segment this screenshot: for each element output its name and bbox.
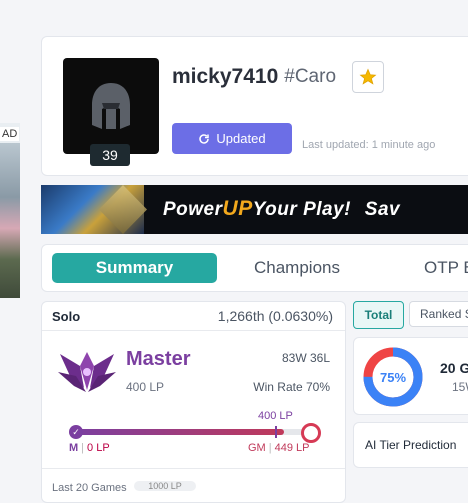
winrate-stats-card: 75% 20 G 15W [353, 337, 468, 415]
summoner-tag: #Caro [284, 66, 337, 87]
ai-tier-prediction-card[interactable]: AI Tier Prediction [353, 422, 468, 468]
ad-image[interactable] [0, 143, 20, 298]
left-ad[interactable]: AD [0, 123, 20, 298]
recent-games-row: Last 20 Games 1000 LP [42, 468, 345, 503]
tab-total[interactable]: Total [353, 301, 404, 329]
tab-summary[interactable]: Summary [52, 253, 217, 283]
win-loss-record: 83W 36L [281, 351, 330, 365]
ad-label: AD [0, 127, 20, 141]
profile-avatar [63, 58, 159, 154]
lp-start-tier: M [69, 442, 79, 454]
ladder-rank: 1,266th (0.0630%) [217, 308, 333, 324]
promo-banner[interactable]: PowerUPYour Play! Sav [41, 185, 468, 234]
tier-name: Master [126, 348, 191, 370]
master-emblem-icon [58, 352, 116, 392]
lp-start-value: 0 LP [87, 442, 110, 454]
refresh-icon [199, 133, 210, 144]
lp-end-label: GM | 449 LP [248, 442, 310, 454]
level-badge: 39 [90, 144, 130, 166]
recent-games-pill: 1000 LP [134, 481, 196, 491]
win-rate: Win Rate 70% [253, 380, 330, 394]
solo-title: Solo [52, 309, 81, 324]
recent-games-label: Last 20 Games [52, 482, 127, 494]
lp-progress-fill [75, 429, 285, 435]
summoner-name: micky7410 [172, 65, 279, 88]
lp-end-value: 449 LP [274, 442, 310, 454]
lp-start-label: M | 0 LP [69, 442, 110, 454]
last-updated-text: Last updated: 1 minute ago [302, 139, 436, 151]
helmet-icon [92, 83, 130, 129]
banner-text-pre: Power [163, 199, 223, 220]
favorite-button[interactable] [352, 61, 385, 93]
master-checkpoint-icon: ✓ [69, 425, 83, 439]
tab-otp[interactable]: OTP B [424, 253, 468, 283]
donut-percent: 75% [379, 369, 407, 385]
update-button[interactable]: Updated [172, 123, 292, 154]
banner-text-tail: Sav [364, 199, 401, 220]
ai-tier-prediction-label: AI Tier Prediction [365, 438, 457, 452]
banner-text: PowerUPYour Play! Sav [163, 197, 400, 221]
tier-lp: 400 LP [126, 380, 165, 394]
wins-count: 15W [452, 380, 468, 394]
solo-rank-card: Solo 1,266th (0.0630%) Master 400 LP 83W… [41, 301, 346, 503]
solo-header: Solo 1,266th (0.0630%) [42, 302, 345, 331]
profile-card: 39 micky7410 #Caro Updated Last updated:… [41, 36, 468, 176]
games-count: 20 G [440, 360, 468, 376]
grandmaster-target-icon [301, 423, 321, 443]
lp-current-marker [275, 426, 277, 438]
update-button-label: Updated [216, 131, 266, 146]
banner-text-post: Your Play! [252, 199, 351, 220]
lp-current-label: 400 LP [258, 410, 293, 422]
banner-text-highlight: UP [222, 197, 253, 220]
star-icon [359, 68, 377, 85]
lp-end-tier: GM [248, 442, 266, 454]
profile-tabs: Summary Champions OTP B [41, 244, 468, 292]
tab-ranked-solo[interactable]: Ranked S [409, 301, 468, 327]
tab-champions[interactable]: Champions [232, 253, 362, 283]
